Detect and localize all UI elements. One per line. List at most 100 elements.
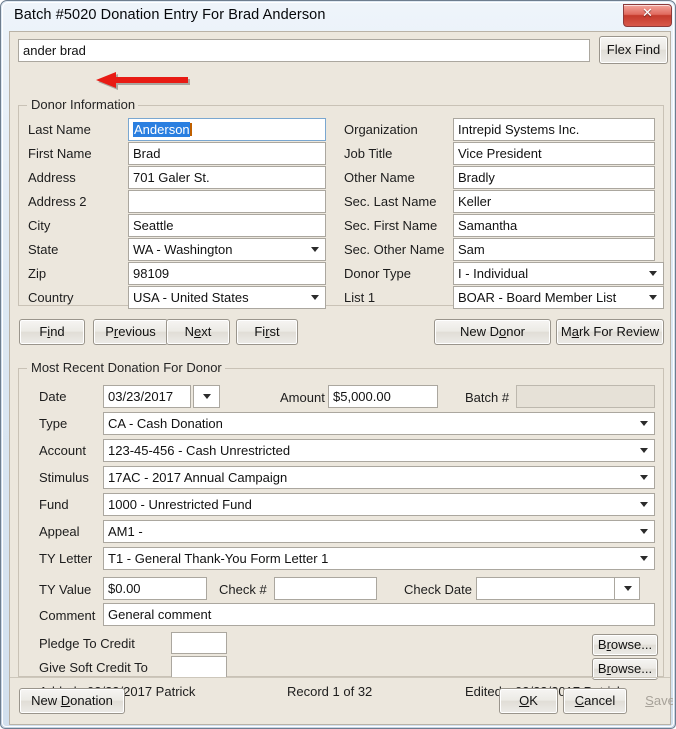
appeal-combo[interactable]: AM1 - [103, 520, 655, 543]
pledge-to-credit-field[interactable] [171, 632, 227, 654]
label-give-soft-credit-to: Give Soft Credit To [39, 660, 148, 675]
find-button[interactable]: Find [19, 319, 85, 345]
give-soft-credit-to-field[interactable] [171, 656, 227, 678]
stimulus-combo[interactable]: 17AC - 2017 Annual Campaign [103, 466, 655, 489]
chevron-down-icon [203, 394, 211, 399]
ty-letter-combo[interactable]: T1 - General Thank-You Form Letter 1 [103, 547, 655, 570]
donor-type-combo-value: I - Individual [453, 262, 664, 285]
new-donor-button[interactable]: New Donor [434, 319, 551, 345]
check-number-field[interactable] [274, 577, 377, 600]
window-inner-frame: Batch #5020 Donation Entry For Brad Ande… [2, 2, 674, 727]
batch-number-field [516, 385, 655, 408]
cancel-button[interactable]: Cancel [563, 688, 627, 714]
red-arrow-annotation [96, 72, 190, 90]
type-combo[interactable]: CA - Cash Donation [103, 412, 655, 435]
chevron-down-icon [640, 475, 648, 480]
label-job-title: Job Title [344, 146, 393, 161]
label-comment: Comment [39, 608, 96, 623]
account-combo[interactable]: 123-45-456 - Cash Unrestricted [103, 439, 655, 462]
most-recent-donation-title: Most Recent Donation For Donor [28, 360, 225, 375]
dialog-footer: New Donation OK Cancel Save [10, 677, 673, 724]
check-date-dropdown-button[interactable] [614, 577, 640, 600]
label-check-number: Check # [219, 582, 267, 597]
appeal-combo-value: AM1 - [103, 520, 655, 543]
chevron-down-icon [640, 448, 648, 453]
last-name-value: Anderson [133, 122, 190, 137]
amount-field[interactable]: $5,000.00 [328, 385, 438, 408]
check-date-field[interactable] [476, 577, 615, 600]
mark-for-review-button[interactable]: Mark For Review [556, 319, 664, 345]
fund-combo[interactable]: 1000 - Unrestricted Fund [103, 493, 655, 516]
window-title: Batch #5020 Donation Entry For Brad Ande… [14, 7, 326, 23]
label-state: State [28, 242, 59, 257]
address-field[interactable]: 701 Galer St. [128, 166, 326, 189]
chevron-down-icon [311, 247, 319, 252]
label-zip: Zip [28, 266, 47, 281]
label-first-name: First Name [28, 146, 92, 161]
previous-button[interactable]: Previous [93, 319, 168, 345]
fund-combo-value: 1000 - Unrestricted Fund [103, 493, 655, 516]
other-name-field[interactable]: Bradly [453, 166, 655, 189]
label-organization: Organization [344, 122, 418, 137]
chevron-down-icon [649, 271, 657, 276]
flex-find-input[interactable] [18, 39, 590, 62]
country-combo[interactable]: USA - United States [128, 286, 326, 309]
dialog-window: Batch #5020 Donation Entry For Brad Ande… [0, 0, 676, 729]
label-city: City [28, 218, 51, 233]
last-name-field[interactable]: Anderson [128, 118, 326, 141]
label-ty-value: TY Value [39, 582, 92, 597]
ty-value-field[interactable]: $0.00 [103, 577, 207, 600]
label-batch-number: Batch # [465, 390, 510, 405]
label-donor-type: Donor Type [344, 266, 411, 281]
state-combo-value: WA - Washington [128, 238, 326, 261]
date-field[interactable]: 03/23/2017 [103, 385, 191, 408]
zip-field[interactable]: 98109 [128, 262, 326, 285]
chevron-down-icon [640, 556, 648, 561]
comment-field[interactable]: General comment [103, 603, 655, 626]
dialog-client-area: Flex Find Donor Information Last Name Fi… [9, 31, 673, 725]
label-fund: Fund [39, 497, 69, 512]
list-1-combo[interactable]: BOAR - Board Member List [453, 286, 664, 309]
organization-field[interactable]: Intrepid Systems Inc. [453, 118, 655, 141]
stimulus-combo-value: 17AC - 2017 Annual Campaign [103, 466, 655, 489]
chevron-down-icon [311, 295, 319, 300]
flex-find-bar: Flex Find [10, 32, 670, 70]
first-name-field[interactable]: Brad [128, 142, 326, 165]
label-sec-first-name: Sec. First Name [344, 218, 438, 233]
first-button[interactable]: First [236, 319, 298, 345]
label-ty-letter: TY Letter [39, 551, 93, 566]
label-address-2: Address 2 [28, 194, 87, 209]
chevron-down-icon [640, 502, 648, 507]
label-other-name: Other Name [344, 170, 415, 185]
ok-button[interactable]: OK [499, 688, 558, 714]
label-date: Date [39, 389, 67, 404]
label-check-date: Check Date [404, 582, 472, 597]
sec-other-name-field[interactable]: Sam [453, 238, 655, 261]
title-bar: Batch #5020 Donation Entry For Brad Ande… [3, 3, 673, 31]
country-combo-value: USA - United States [128, 286, 326, 309]
label-type: Type [39, 416, 68, 431]
address-2-field[interactable] [128, 190, 326, 213]
label-appeal: Appeal [39, 524, 80, 539]
list-1-combo-value: BOAR - Board Member List [453, 286, 664, 309]
state-combo[interactable]: WA - Washington [128, 238, 326, 261]
sec-last-name-field[interactable]: Keller [453, 190, 655, 213]
label-sec-other-name: Sec. Other Name [344, 242, 445, 257]
flex-find-button[interactable]: Flex Find [599, 36, 668, 64]
sec-first-name-field[interactable]: Samantha [453, 214, 655, 237]
chevron-down-icon [640, 421, 648, 426]
donor-information-title: Donor Information [28, 97, 139, 112]
label-account: Account [39, 443, 86, 458]
donor-type-combo[interactable]: I - Individual [453, 262, 664, 285]
chevron-down-icon [649, 295, 657, 300]
label-list-1: List 1 [344, 290, 376, 305]
save-button: Save [645, 693, 674, 708]
close-icon[interactable] [623, 4, 672, 27]
label-sec-last-name: Sec. Last Name [344, 194, 437, 209]
job-title-field[interactable]: Vice President [453, 142, 655, 165]
next-button[interactable]: Next [166, 319, 230, 345]
new-donation-button[interactable]: New Donation [19, 688, 125, 714]
city-field[interactable]: Seattle [128, 214, 326, 237]
browse-pledge-button[interactable]: Browse... [592, 634, 658, 656]
date-dropdown-button[interactable] [193, 385, 220, 408]
